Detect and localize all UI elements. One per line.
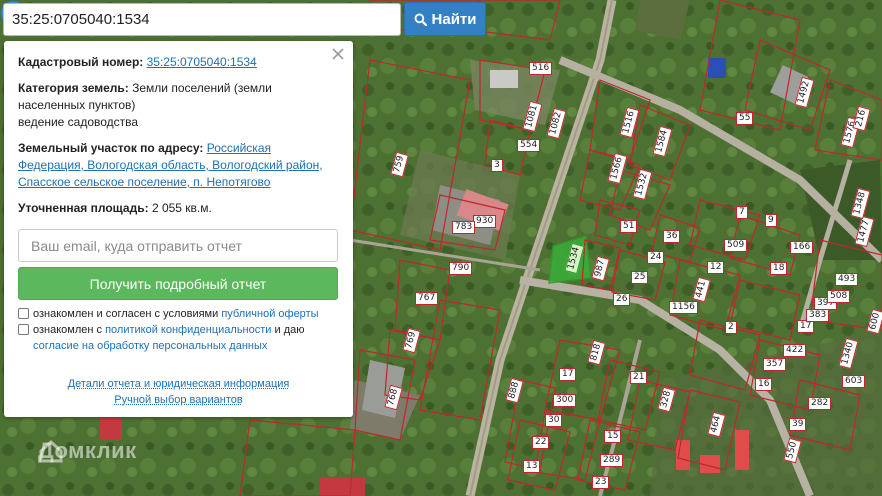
parcel-label[interactable]: 508 (827, 290, 851, 303)
parcel-label[interactable]: 13 (523, 460, 541, 473)
parcel-label[interactable]: 554 (517, 139, 541, 152)
parcel-label[interactable]: 25 (631, 271, 649, 284)
land-usage-value: ведение садоводства (18, 115, 139, 129)
parcel-label[interactable]: 39 (789, 418, 807, 431)
manual-selection-link[interactable]: Ручной выбор вариантов (114, 394, 242, 406)
privacy-consent-row: ознакомлен с политикой конфиденциальност… (18, 322, 339, 354)
offer-consent-row: ознакомлен и согласен с условиями публич… (18, 306, 339, 322)
parcel-label[interactable]: 22 (532, 436, 550, 449)
privacy-policy-link[interactable]: политикой конфиденциальности (105, 324, 271, 336)
land-category-label: Категория земель: (18, 81, 129, 95)
parcel-label[interactable]: 357 (763, 358, 787, 371)
parcel-label[interactable]: 9 (765, 214, 777, 227)
parcel-label[interactable]: 36 (663, 230, 681, 243)
parcel-label[interactable]: 790 (449, 262, 473, 275)
parcel-label[interactable]: 422 (783, 344, 807, 357)
offer-consent-checkbox[interactable] (18, 308, 29, 319)
parcel-label[interactable]: 18 (770, 262, 788, 275)
close-icon[interactable] (331, 47, 345, 61)
public-offer-link[interactable]: публичной оферты (221, 308, 318, 320)
cadastral-number-link[interactable]: 35:25:0705040:1534 (147, 55, 257, 69)
domclick-watermark: Домклик (38, 438, 137, 464)
parcel-label[interactable]: 493 (835, 273, 859, 286)
parcel-label[interactable]: 12 (707, 261, 725, 274)
house-logo-icon (39, 439, 63, 463)
parcel-label[interactable]: 16 (755, 378, 773, 391)
area-label: Уточненная площадь: (18, 201, 149, 215)
parcel-label[interactable]: 767 (415, 292, 439, 305)
parcel-label[interactable]: 166 (790, 241, 814, 254)
parcel-label[interactable]: 21 (630, 371, 648, 384)
parcel-label[interactable]: 51 (620, 220, 638, 233)
report-details-link[interactable]: Детали отчета и юридическая информация (68, 378, 290, 390)
search-icon (414, 13, 427, 26)
area-row: Уточненная площадь: 2 055 кв.м. (18, 200, 339, 217)
parcel-label[interactable]: 289 (600, 454, 624, 467)
parcel-label[interactable]: 15 (604, 430, 622, 443)
privacy-consent-text: ознакомлен с (33, 324, 103, 336)
address-row: Земельный участок по адресу: Российская … (18, 140, 339, 191)
land-category-row: Категория земель: Земли поселений (земли… (18, 80, 339, 131)
get-report-button[interactable]: Получить подробный отчет (18, 267, 338, 300)
parcel-label[interactable]: 2 (725, 321, 737, 334)
parcel-label[interactable]: 383 (806, 309, 830, 322)
cadastral-number-label: Кадастровый номер: (18, 55, 144, 69)
parcel-label[interactable]: 3 (491, 159, 503, 172)
parcel-label[interactable]: 783 (452, 221, 476, 234)
parcel-label[interactable]: 282 (808, 397, 832, 410)
parcel-label[interactable]: 24 (647, 251, 665, 264)
email-input[interactable] (18, 229, 338, 262)
parcel-label[interactable]: 930 (473, 215, 497, 228)
search-button[interactable]: Найти (404, 2, 486, 36)
offer-consent-text: ознакомлен и согласен с условиями (33, 308, 219, 320)
parcel-label[interactable]: 1156 (669, 301, 698, 314)
parcel-label[interactable]: 30 (545, 414, 563, 427)
privacy-consent-text-2: и даю (274, 324, 305, 336)
parcel-label[interactable]: 17 (559, 368, 577, 381)
personal-data-consent-link[interactable]: согласие на обработку персональных данны… (33, 340, 267, 352)
privacy-consent-checkbox[interactable] (18, 324, 29, 335)
parcel-label[interactable]: 7 (736, 206, 748, 219)
cadastral-number-row: Кадастровый номер: 35:25:0705040:1534 (18, 54, 339, 71)
search-input[interactable] (3, 3, 401, 36)
parcel-label[interactable]: 26 (613, 293, 631, 306)
address-label: Земельный участок по адресу: (18, 141, 204, 155)
parcel-label[interactable]: 300 (553, 394, 577, 407)
panel-footer-links: Детали отчета и юридическая информация Р… (18, 376, 339, 408)
parcel-label[interactable]: 23 (592, 476, 610, 489)
search-button-label: Найти (431, 10, 477, 28)
parcel-label[interactable]: 603 (842, 375, 866, 388)
area-value: 2 055 кв.м. (151, 201, 212, 215)
parcel-label[interactable]: 509 (724, 239, 748, 252)
parcel-info-panel: Кадастровый номер: 35:25:0705040:1534 Ка… (4, 41, 353, 417)
parcel-label[interactable]: 55 (736, 112, 754, 125)
parcel-label[interactable]: 516 (529, 62, 553, 75)
